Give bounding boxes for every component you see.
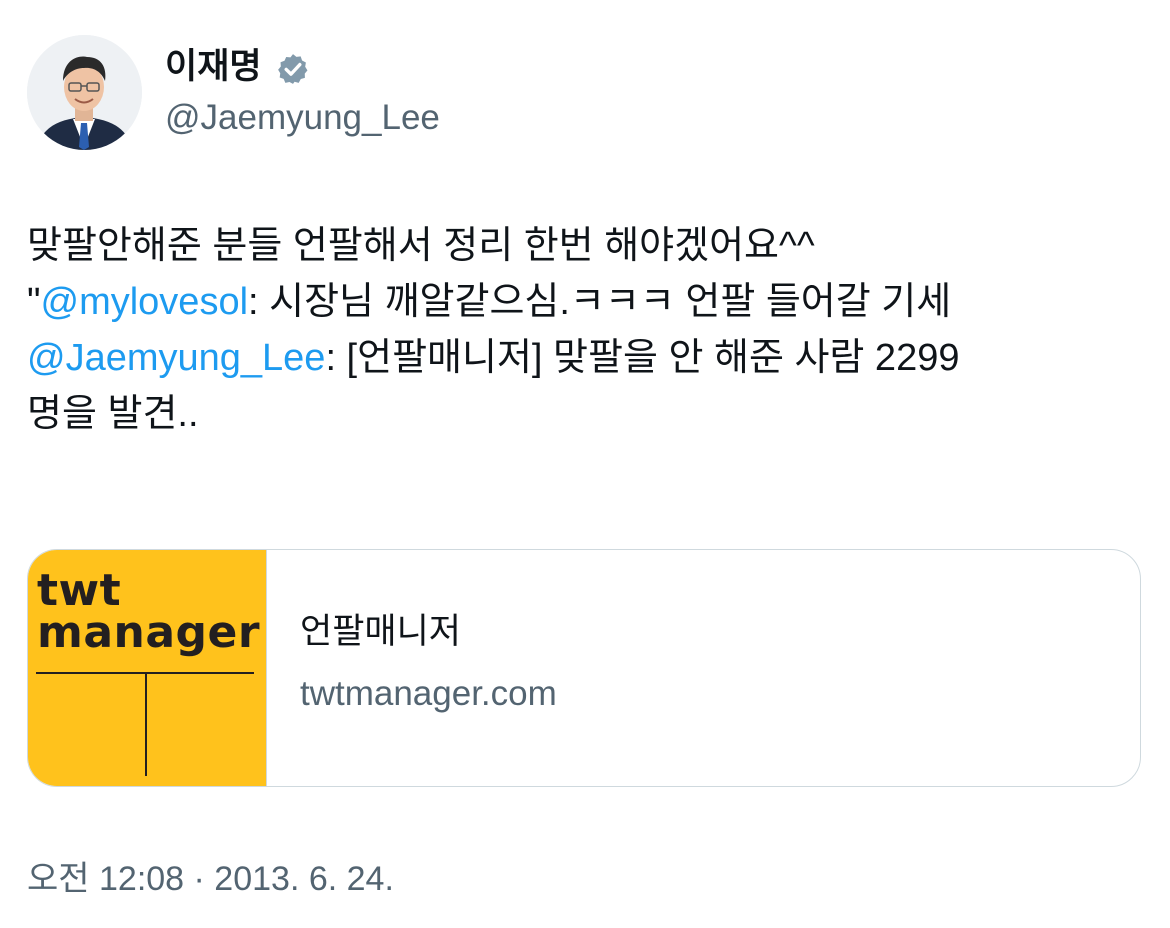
card-thumbnail: twt manager <box>28 550 267 786</box>
tweet-text-segment: : 시장님 깨알같으심.ㅋㅋㅋ 언팔 들어갈 기세 <box>248 281 952 323</box>
tweet-text-segment: 명을 발견.. <box>27 393 199 435</box>
display-name[interactable]: 이재명 <box>165 44 262 90</box>
tweet-text-segment: " <box>27 281 41 323</box>
tweet-timestamp[interactable]: 오전 12:08 · 2013. 6. 24. <box>27 857 394 901</box>
tweet-text-line: 명을 발견.. <box>27 386 1137 442</box>
tweet-text-segment: 맞팔안해준 분들 언팔해서 정리 한번 해야겠어요^^ <box>27 225 815 267</box>
link-card[interactable]: twt manager 언팔매니저 twtmanager.com <box>27 549 1141 787</box>
thumbnail-divider-vertical <box>145 672 147 776</box>
tweet-text-line: 맞팔안해준 분들 언팔해서 정리 한번 해야겠어요^^ <box>27 218 1137 274</box>
avatar[interactable] <box>27 35 142 150</box>
thumbnail-logo-text-manager: manager <box>37 607 261 658</box>
verified-badge-icon <box>278 54 308 84</box>
tweet-text-line: "@mylovesol: 시장님 깨알같으심.ㅋㅋㅋ 언팔 들어갈 기세 <box>27 274 1137 330</box>
user-handle[interactable]: @Jaemyung_Lee <box>165 96 440 140</box>
avatar-photo-icon <box>27 35 142 150</box>
mention-link[interactable]: @Jaemyung_Lee <box>27 337 325 379</box>
mention-link[interactable]: @mylovesol <box>41 281 249 323</box>
card-domain: twtmanager.com <box>300 674 557 713</box>
tweet-text: 맞팔안해준 분들 언팔해서 정리 한번 해야겠어요^^ "@mylovesol: … <box>27 218 1137 442</box>
tweet-text-line: @Jaemyung_Lee: [언팔매니저] 맞팔을 안 해준 사람 2299 <box>27 330 1137 386</box>
tweet-text-segment: : [언팔매니저] 맞팔을 안 해준 사람 2299 <box>325 337 960 379</box>
card-title: 언팔매니저 <box>300 612 462 651</box>
tweet[interactable]: 이재명 @Jaemyung_Lee 맞팔안해준 분들 언팔해서 정리 한번 해야… <box>0 0 1170 928</box>
